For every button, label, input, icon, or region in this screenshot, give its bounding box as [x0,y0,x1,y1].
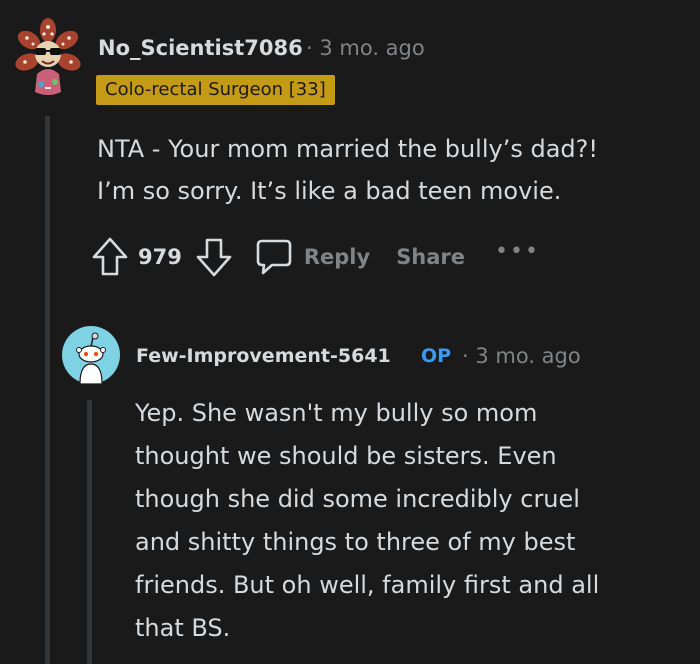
user-flair: Colo-rectal Surgeon [33] [96,75,335,105]
avatar-few-improvement[interactable] [62,326,120,385]
more-options-icon[interactable]: ••• [495,239,540,264]
comment-author[interactable]: No_Scientist7086 [98,36,303,60]
flower-monster-icon [15,18,81,95]
comment-timestamp: · 3 mo. ago [306,36,425,60]
comment-body-line: NTA - Your mom married the bully’s dad?! [97,135,599,163]
reply-body: Yep. She wasn't my bully so mom thought … [135,392,675,650]
comment-body-line: I’m so sorry. It’s like a bad teen movie… [97,177,562,205]
downvote-arrow-icon [196,238,232,277]
reply-body-line: thought we should be sisters. Even [135,442,557,470]
reply-timestamp: · 3 mo. ago [462,344,581,368]
snoo-avatar-icon [62,326,120,385]
upvote-button[interactable] [90,236,130,278]
reply-body-line: friends. But oh well, family first and a… [135,571,600,599]
downvote-button[interactable] [194,236,234,278]
reply-body-line: though she did some incredibly cruel [135,485,580,513]
reply-body-line: that BS. [135,614,231,642]
comment-body: NTA - Your mom married the bully’s dad?!… [97,128,687,212]
thread-line[interactable] [45,116,50,664]
upvote-arrow-icon [92,237,128,276]
chat-bubble-icon [256,239,292,275]
reply-label: Reply [303,245,371,269]
comment-action-bar: 979 Reply Share ••• [90,232,540,282]
avatar-no-scientist[interactable] [15,18,81,100]
thread-line[interactable] [87,400,92,664]
op-badge: OP [421,345,452,367]
reply-body-line: Yep. She wasn't my bully so mom [135,399,538,427]
reply-body-line: and shitty things to three of my best [135,528,576,556]
share-button[interactable]: Share [396,245,465,269]
reply-author[interactable]: Few-Improvement-5641 [136,345,391,367]
vote-score: 979 [138,245,182,269]
reply-button[interactable]: Reply [254,237,370,277]
